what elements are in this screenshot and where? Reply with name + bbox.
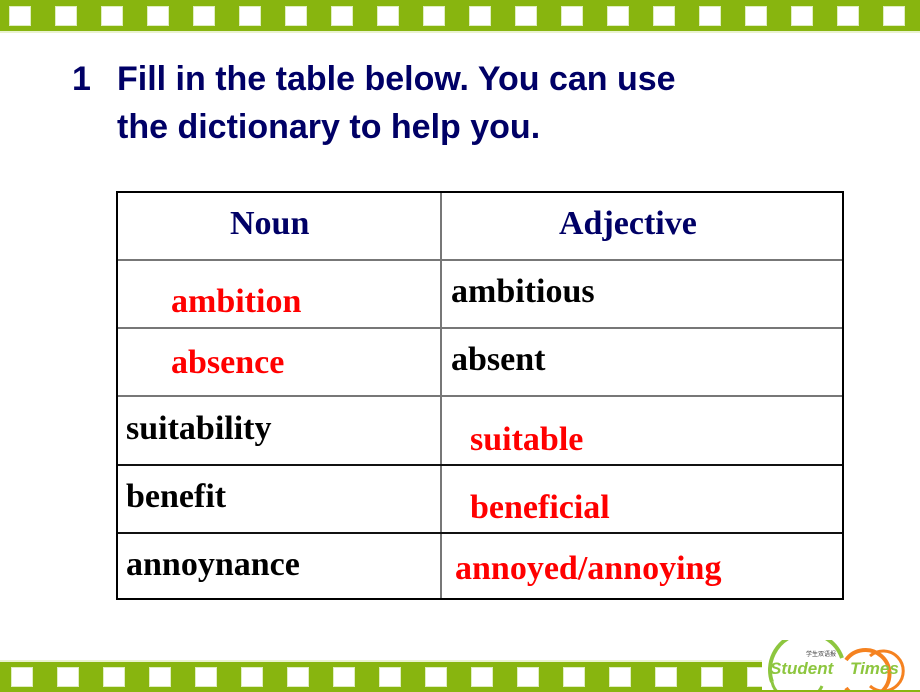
band-square [11, 667, 33, 687]
band-square [103, 667, 125, 687]
instruction-line-2: the dictionary to help you. [117, 108, 541, 146]
band-square [101, 6, 123, 26]
noun-cell: suitability [126, 410, 272, 447]
band-square [55, 6, 77, 26]
adjective-cell: ambitious [451, 273, 595, 310]
band-square [701, 667, 723, 687]
header-adjective: Adjective [559, 205, 697, 242]
band-square [425, 667, 447, 687]
band-square [469, 6, 491, 26]
band-square [285, 6, 307, 26]
band-square [791, 6, 813, 26]
row-divider [118, 395, 842, 397]
band-square [517, 667, 539, 687]
logo-chinese-text: 学生双语报 [806, 650, 836, 658]
noun-cell-answer: ambition [171, 283, 302, 320]
band-square [241, 667, 263, 687]
band-square [239, 6, 261, 26]
band-square [379, 667, 401, 687]
header-noun: Noun [230, 205, 310, 242]
band-square [653, 6, 675, 26]
band-square [147, 6, 169, 26]
band-square [287, 667, 309, 687]
row-divider [118, 327, 842, 329]
band-square [331, 6, 353, 26]
noun-cell: annoynance [126, 546, 300, 583]
band-square [561, 6, 583, 26]
logo-word-times: Times [850, 659, 899, 678]
band-square [471, 667, 493, 687]
noun-cell: benefit [126, 478, 227, 515]
row-divider [118, 259, 842, 261]
band-square [607, 6, 629, 26]
band-square [515, 6, 537, 26]
band-square [563, 667, 585, 687]
top-decorative-band [0, 0, 920, 33]
band-square [149, 667, 171, 687]
word-forms-table: Noun Adjective ambition ambitious absenc… [116, 191, 844, 600]
band-square [377, 6, 399, 26]
question-number: 1 [72, 60, 91, 98]
adjective-cell-answer: beneficial [470, 489, 610, 526]
band-square [57, 667, 79, 687]
adjective-cell: absent [451, 341, 546, 378]
band-square [193, 6, 215, 26]
row-divider [118, 464, 842, 466]
band-square [195, 667, 217, 687]
band-square [745, 6, 767, 26]
band-square [655, 667, 677, 687]
instruction-line-1: Fill in the table below. You can use [117, 60, 676, 98]
logo-word-student: Student [770, 659, 835, 678]
noun-cell-answer: absence [171, 344, 285, 381]
row-divider [118, 532, 842, 534]
adjective-cell-answer: suitable [470, 421, 584, 458]
band-square [837, 6, 859, 26]
band-square [333, 667, 355, 687]
student-times-logo: 学生双语报 Student Times [762, 640, 920, 690]
band-square [9, 6, 31, 26]
adjective-cell-answer: annoyed/annoying [455, 550, 722, 587]
band-square [609, 667, 631, 687]
band-square [423, 6, 445, 26]
band-square [699, 6, 721, 26]
band-square [883, 6, 905, 26]
